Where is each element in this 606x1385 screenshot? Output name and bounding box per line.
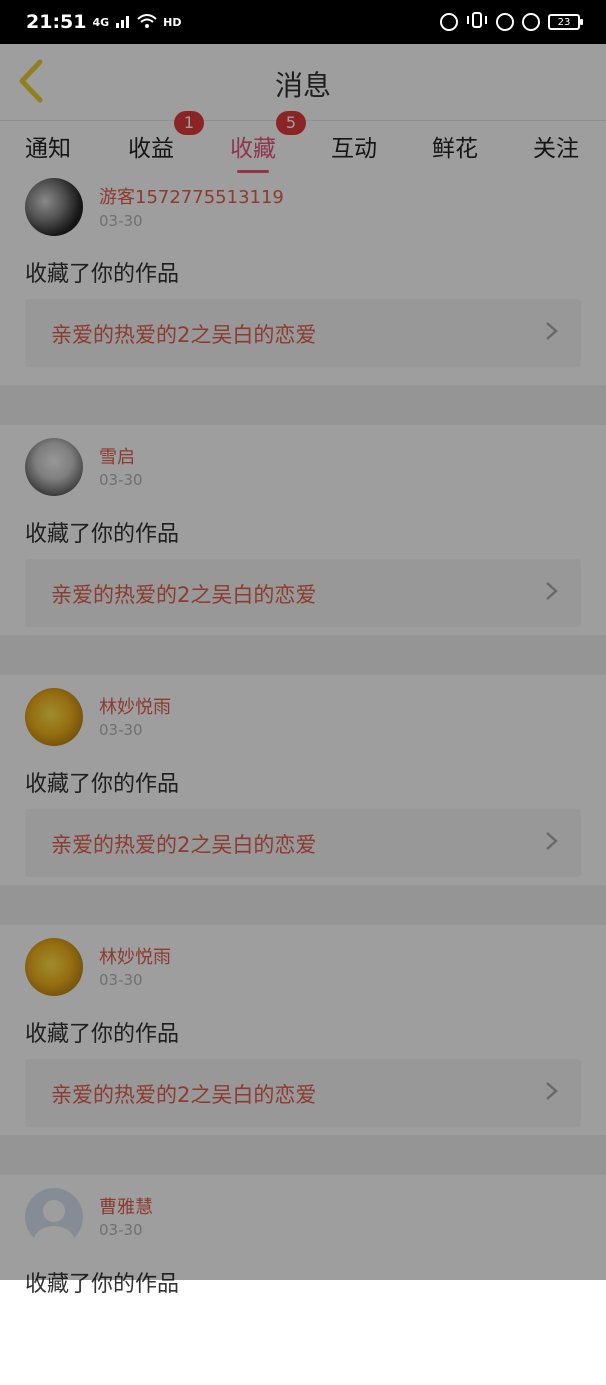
tab-label: 关注 [533, 136, 579, 162]
user-name[interactable]: 游客1572775513119 [99, 183, 284, 209]
user-name[interactable]: 林妙悦雨 [99, 943, 171, 969]
work-link[interactable]: 亲爱的热爱的2之吴白的恋爱 [25, 1059, 581, 1127]
status-bar: 21:51 4G HD 23 [0, 0, 606, 44]
avatar[interactable] [25, 938, 83, 996]
divider [0, 885, 606, 925]
work-title: 亲爱的热爱的2之吴白的恋爱 [51, 583, 317, 607]
divider [0, 385, 606, 425]
tab-label: 互动 [331, 136, 377, 162]
work-link[interactable]: 亲爱的热爱的2之吴白的恋爱 [25, 809, 581, 877]
battery-icon: 23 [548, 14, 583, 30]
avatar[interactable] [25, 1188, 83, 1246]
date: 03-30 [99, 1221, 143, 1239]
lock-icon [496, 13, 514, 31]
hd-label: HD [163, 15, 182, 29]
action-text: 收藏了你的作品 [25, 522, 180, 547]
list-item: 林妙悦雨 03-30 收藏了你的作品 亲爱的热爱的2之吴白的恋爱 [0, 925, 606, 1135]
work-title: 亲爱的热爱的2之吴白的恋爱 [51, 323, 317, 347]
vibrate-icon [466, 11, 488, 33]
divider [0, 635, 606, 675]
list-item: 曹雅慧 03-30 收藏了你的作品 [0, 1175, 606, 1385]
avatar[interactable] [25, 688, 83, 746]
date: 03-30 [99, 471, 143, 489]
tab-earnings[interactable]: 收益 1 [128, 111, 204, 163]
avatar[interactable] [25, 438, 83, 496]
battery-level: 23 [557, 16, 571, 28]
chevron-right-icon [546, 582, 558, 600]
wifi-icon [137, 11, 157, 33]
action-text: 收藏了你的作品 [25, 1022, 180, 1047]
date: 03-30 [99, 971, 143, 989]
list-item: 雪启 03-30 收藏了你的作品 亲爱的热爱的2之吴白的恋爱 [0, 425, 606, 635]
alarm-icon [522, 13, 540, 31]
list-item: 林妙悦雨 03-30 收藏了你的作品 亲爱的热爱的2之吴白的恋爱 [0, 675, 606, 885]
unread-badge: 1 [174, 111, 204, 135]
work-link[interactable]: 亲爱的热爱的2之吴白的恋爱 [25, 559, 581, 627]
clock: 21:51 [26, 11, 87, 33]
work-title: 亲爱的热爱的2之吴白的恋爱 [51, 833, 317, 857]
notification-icon [440, 13, 458, 31]
action-text: 收藏了你的作品 [25, 1272, 180, 1297]
network-type: 4G [92, 15, 110, 29]
user-name[interactable]: 林妙悦雨 [99, 693, 171, 719]
top-bar: 消息 [0, 44, 606, 121]
date: 03-30 [99, 721, 143, 739]
action-text: 收藏了你的作品 [25, 772, 180, 797]
tab-label: 收藏 [230, 136, 276, 162]
chevron-right-icon [546, 832, 558, 850]
active-tab-indicator [237, 170, 269, 173]
default-avatar-icon [34, 1200, 74, 1246]
user-name[interactable]: 雪启 [99, 443, 135, 469]
tab-bar: 通知 收益 1 收藏 5 互动 鲜花 关注 [0, 111, 606, 173]
tab-favorites[interactable]: 收藏 5 [230, 111, 306, 173]
user-name[interactable]: 曹雅慧 [99, 1193, 153, 1219]
action-text: 收藏了你的作品 [25, 262, 180, 287]
tab-flowers[interactable]: 鲜花 [432, 129, 478, 163]
work-link[interactable]: 亲爱的热爱的2之吴白的恋爱 [25, 299, 581, 367]
tab-interaction[interactable]: 互动 [331, 129, 377, 163]
signal-icon [115, 11, 131, 33]
tab-label: 收益 [128, 136, 174, 162]
page-title: 消息 [274, 69, 331, 102]
chevron-right-icon [546, 1082, 558, 1100]
chevron-right-icon [546, 322, 558, 340]
tab-label: 通知 [25, 136, 71, 162]
divider [0, 1135, 606, 1175]
tab-follow[interactable]: 关注 [533, 129, 579, 163]
avatar[interactable] [25, 178, 83, 236]
date: 03-30 [99, 212, 143, 230]
message-list: 游客1572775513119 03-30 收藏了你的作品 亲爱的热爱的2之吴白… [0, 175, 606, 1385]
tab-label: 鲜花 [432, 136, 478, 162]
unread-badge: 5 [276, 111, 306, 135]
work-title: 亲爱的热爱的2之吴白的恋爱 [51, 1083, 317, 1107]
tab-notice[interactable]: 通知 [25, 129, 71, 163]
list-item: 游客1572775513119 03-30 收藏了你的作品 亲爱的热爱的2之吴白… [0, 175, 606, 385]
